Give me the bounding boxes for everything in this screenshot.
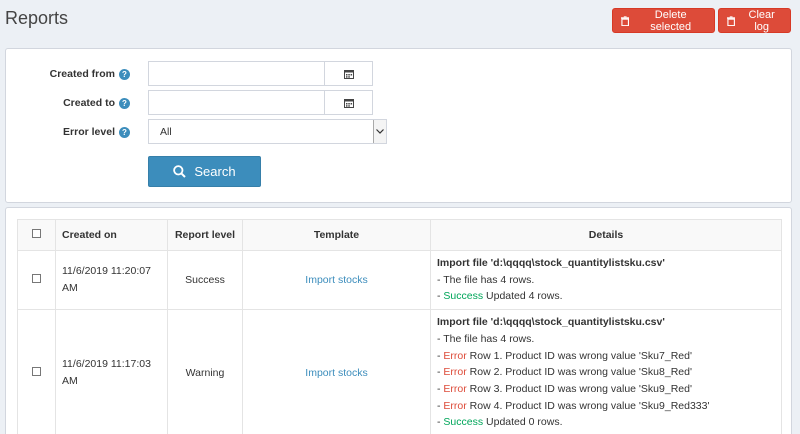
created-to-label: Created to: [63, 97, 115, 109]
created-from-input[interactable]: [148, 61, 373, 86]
details-line-text: The file has 4 rows.: [443, 273, 535, 286]
details-line-text: Row 2. Product ID was wrong value 'Sku8_…: [466, 366, 692, 379]
calendar-icon[interactable]: [324, 91, 372, 114]
header-created-on[interactable]: Created on: [55, 219, 168, 251]
details-line-status: Error: [443, 366, 467, 379]
error-level-select[interactable]: All: [148, 119, 387, 144]
created-on-cell: 11/6/2019 11:20:07 AM: [55, 249, 168, 311]
created-to-label-row: Created to?: [6, 97, 130, 111]
details-line-text: Updated 4 rows.: [483, 290, 563, 303]
details-line: - Success Updated 4 rows.: [437, 288, 775, 305]
details-line: - Success Updated 0 rows.: [437, 414, 775, 431]
search-icon: [173, 165, 187, 178]
table-row: 11/6/2019 11:20:07 AM Success Import stock…: [17, 249, 782, 311]
report-level-cell: Success: [167, 249, 243, 311]
trash-icon: [727, 15, 736, 26]
details-line-status: Error: [443, 399, 467, 412]
template-cell: Import stocks: [242, 249, 431, 311]
details-line-status: Success: [443, 416, 484, 429]
details-line: - The file has 4 rows.: [437, 331, 775, 348]
details-line-text: The file has 4 rows.: [443, 332, 535, 345]
header-report-level[interactable]: Report level: [167, 219, 243, 251]
report-level-cell: Warning: [167, 309, 243, 434]
details-title: Import file 'd:\qqqq\stock_quantitylists…: [437, 316, 665, 329]
details-cell: Import file 'd:\qqqq\stock_quantitylists…: [430, 309, 782, 434]
error-level-label-row: Error level?: [6, 126, 130, 140]
row-checkbox[interactable]: [32, 366, 41, 376]
error-level-label: Error level: [63, 126, 115, 138]
row-checkbox-cell: [17, 249, 56, 311]
calendar-icon[interactable]: [324, 62, 372, 85]
search-button[interactable]: Search: [148, 156, 261, 187]
reports-grid-panel: Created on Report level Template Details…: [5, 207, 792, 434]
help-icon[interactable]: ?: [119, 68, 130, 80]
details-line-status: Success: [443, 290, 484, 303]
template-link[interactable]: Import stocks: [305, 274, 367, 286]
details-line: - Error Row 3. Product ID was wrong valu…: [437, 381, 775, 398]
template-cell: Import stocks: [242, 309, 431, 434]
error-level-value: All: [160, 125, 172, 138]
details-title: Import file 'd:\qqqq\stock_quantitylists…: [437, 257, 665, 269]
clear-log-label: Clear log: [748, 8, 775, 33]
details-cell: Import file 'd:\qqqq\stock_quantitylists…: [430, 249, 782, 311]
help-icon[interactable]: ?: [119, 97, 130, 109]
chevron-down-icon[interactable]: [373, 120, 386, 143]
created-from-label-row: Created from?: [6, 68, 130, 82]
row-checkbox[interactable]: [32, 274, 41, 284]
header-template[interactable]: Template: [242, 219, 431, 251]
details-line: - The file has 4 rows.: [437, 272, 775, 289]
help-icon[interactable]: ?: [119, 126, 130, 138]
details-line-text: Row 3. Product ID was wrong value 'Sku9_…: [466, 382, 692, 395]
reports-table: Created on Report level Template Details…: [17, 219, 782, 434]
details-line: - Error Row 1. Product ID was wrong valu…: [437, 348, 775, 365]
template-link[interactable]: Import stocks: [305, 367, 367, 379]
details-line: - Error Row 2. Product ID was wrong valu…: [437, 364, 775, 381]
details-line-status: Error: [443, 349, 467, 362]
created-to-input[interactable]: [148, 90, 373, 115]
search-label: Search: [194, 164, 236, 179]
select-all-checkbox[interactable]: [32, 229, 41, 238]
table-row: 11/6/2019 11:17:03 AM Warning Import stock…: [17, 309, 782, 434]
delete-selected-label: Delete selected: [650, 8, 692, 33]
filter-panel: Created from? Created to? Error level? A…: [5, 48, 792, 203]
created-on-cell: 11/6/2019 11:17:03 AM: [55, 309, 168, 434]
details-line: - Error Row 4. Product ID was wrong valu…: [437, 398, 775, 415]
clear-log-button[interactable]: Clear log: [718, 8, 791, 33]
delete-selected-button[interactable]: Delete selected: [612, 8, 715, 33]
details-line-text: Row 4. Product ID was wrong value 'Sku9_…: [466, 399, 710, 412]
details-line-text: Updated 0 rows.: [483, 416, 563, 429]
header-details[interactable]: Details: [430, 219, 782, 251]
details-line-status: Error: [443, 382, 467, 395]
trash-icon: [621, 15, 630, 26]
details-line-text: Row 1. Product ID was wrong value 'Sku7_…: [466, 349, 692, 362]
table-header-row: Created on Report level Template Details: [17, 219, 782, 251]
select-all-header: [17, 219, 56, 251]
created-from-label: Created from: [49, 68, 115, 80]
page-title: Reports: [5, 8, 69, 28]
row-checkbox-cell: [17, 309, 56, 434]
